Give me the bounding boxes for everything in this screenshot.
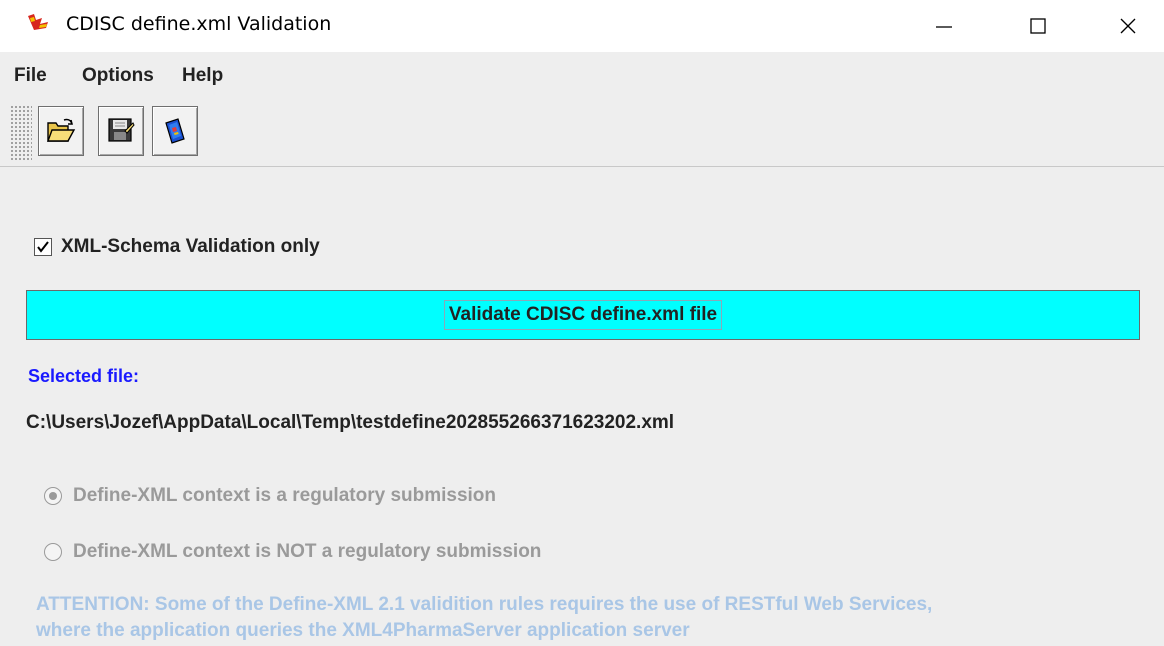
maximize-icon [1030,18,1046,34]
menu-options[interactable]: Options [82,65,154,87]
non-regulatory-label: Define-XML context is NOT a regulatory s… [73,541,542,562]
maximize-button[interactable] [1008,0,1068,52]
schema-only-option[interactable]: XML-Schema Validation only [34,232,320,262]
minimize-icon [936,26,952,28]
menu-help[interactable]: Help [182,65,223,87]
schema-only-checkbox[interactable] [34,238,52,256]
non-regulatory-radio[interactable] [44,543,62,561]
minimize-button[interactable] [914,0,974,52]
attention-line-1: ATTENTION: Some of the Define-XML 2.1 va… [36,594,933,615]
selected-file-label: Selected file: [28,366,140,386]
open-file-button[interactable] [38,106,84,156]
close-icon [1120,18,1136,34]
open-folder-icon [47,118,76,142]
check-icon [37,241,49,253]
validate-toolbar-button[interactable] [152,106,198,156]
validate-book-icon [165,118,185,144]
non-regulatory-option[interactable]: Define-XML context is NOT a regulatory s… [44,538,541,566]
app-logo-icon [26,12,54,34]
save-button[interactable] [98,106,144,156]
regulatory-radio[interactable] [44,487,62,505]
window-title: CDISC define.xml Validation [66,13,332,35]
selected-file-path: C:\Users\Jozef\AppData\Local\Temp\testde… [26,412,675,433]
menu-file[interactable]: File [14,65,47,87]
close-button[interactable] [1098,0,1158,52]
validate-button-label: Validate CDISC define.xml file [443,300,723,330]
regulatory-label: Define-XML context is a regulatory submi… [73,485,497,506]
menu-bar [0,52,1164,100]
title-bar: CDISC define.xml Validation [0,0,1164,52]
regulatory-option[interactable]: Define-XML context is a regulatory submi… [44,482,496,510]
save-disk-icon [108,118,135,142]
attention-message: ATTENTION: Some of the Define-XML 2.1 va… [36,592,1146,644]
attention-line-2: where the application queries the XML4Ph… [36,620,690,641]
validate-button[interactable]: Validate CDISC define.xml file [26,290,1140,340]
toolbar-grip[interactable] [10,105,32,160]
schema-only-label: XML-Schema Validation only [61,236,320,257]
